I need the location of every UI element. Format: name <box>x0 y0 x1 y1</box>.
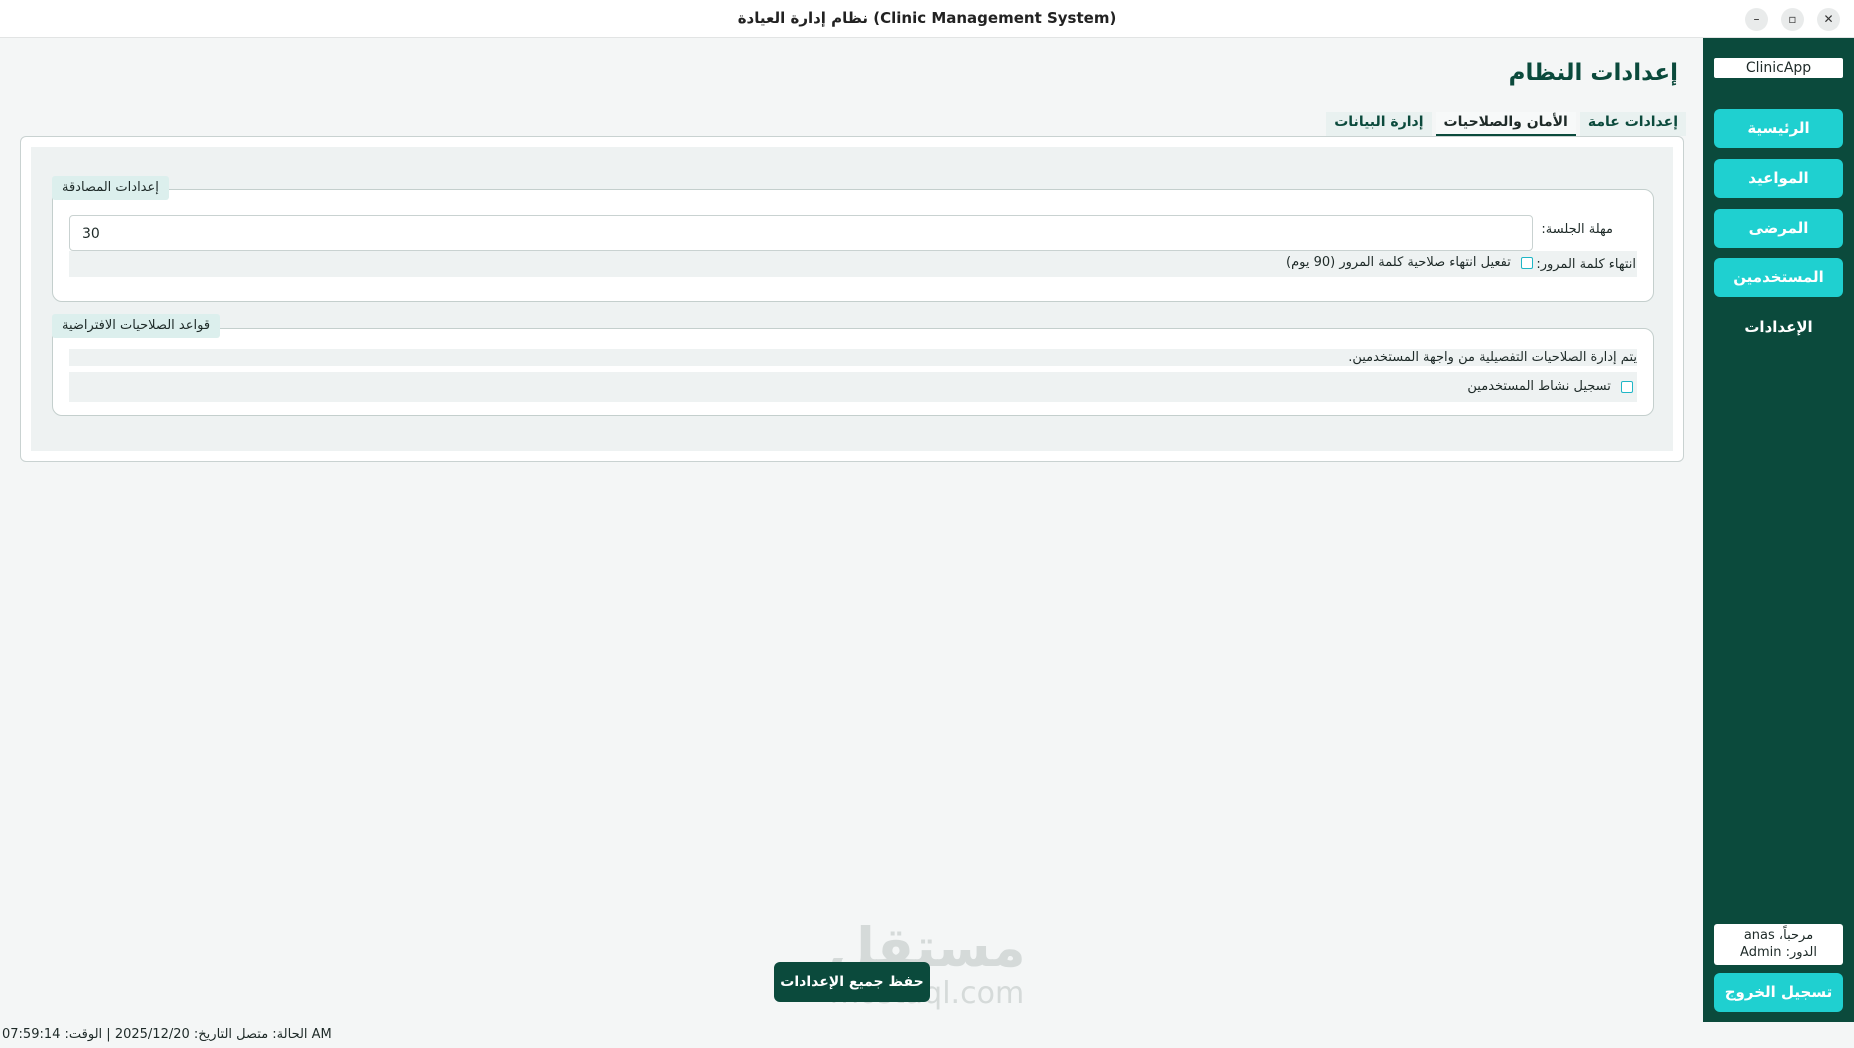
window-titlebar: نظام إدارة العيادة (Clinic Management Sy… <box>0 0 1854 38</box>
activity-log-checkbox[interactable] <box>1621 380 1633 393</box>
brand-logo: ClinicApp <box>1714 58 1843 78</box>
sidebar-item-settings[interactable]: الإعدادات <box>1714 308 1843 347</box>
password-expiry-row: انتهاء كلمة المرور: تفعيل انتهاء صلاحية … <box>69 251 1637 277</box>
tab-panel-body: 30 مهلة الجلسة: انتهاء كلمة المرور: تفعي… <box>31 147 1673 451</box>
user-info: مرحباً، anas الدور: Admin <box>1714 924 1843 965</box>
password-expiry-checkbox-label[interactable]: تفعيل انتهاء صلاحية كلمة المرور (90 يوم) <box>1286 255 1511 270</box>
default-permissions-group: يتم إدارة الصلاحيات التفصيلية من واجهة ا… <box>52 328 1654 416</box>
session-timeout-label: مهلة الجلسة: <box>1541 222 1613 237</box>
sidebar-item-users[interactable]: المستخدمين <box>1714 258 1843 297</box>
user-welcome: مرحباً، anas <box>1743 928 1814 943</box>
maximize-icon[interactable]: ▫ <box>1781 8 1804 31</box>
tab-data-management[interactable]: إدارة البيانات <box>1326 112 1432 136</box>
password-expiry-label: انتهاء كلمة المرور: <box>1536 257 1636 272</box>
page-title: إعدادات النظام <box>1508 60 1678 86</box>
activity-log-checkbox-wrap[interactable]: تسجيل نشاط المستخدمين <box>1467 379 1633 394</box>
password-expiry-checkbox[interactable] <box>1521 256 1533 269</box>
session-timeout-input[interactable]: 30 <box>69 215 1533 251</box>
tab-general[interactable]: إعدادات عامة <box>1579 112 1686 136</box>
status-bar: الحالة: متصل التاريخ: 2025/12/20 | الوقت… <box>2 1027 332 1042</box>
permissions-note: يتم إدارة الصلاحيات التفصيلية من واجهة ا… <box>1348 350 1637 365</box>
logout-button[interactable]: تسجيل الخروج <box>1714 973 1843 1012</box>
auth-settings-legend: إعدادات المصادقة <box>52 176 169 200</box>
password-expiry-checkbox-wrap[interactable]: تفعيل انتهاء صلاحية كلمة المرور (90 يوم) <box>1286 255 1533 270</box>
save-all-settings-button[interactable]: حفظ جميع الإعدادات <box>774 962 930 1002</box>
sidebar-item-appointments[interactable]: المواعيد <box>1714 159 1843 198</box>
auth-settings-group: 30 مهلة الجلسة: انتهاء كلمة المرور: تفعي… <box>52 189 1654 302</box>
close-icon[interactable]: ✕ <box>1817 8 1840 31</box>
minimize-icon[interactable]: – <box>1745 8 1768 31</box>
sidebar: ClinicApp الرئيسية المواعيد المرضى المست… <box>1703 38 1854 1022</box>
user-role: الدور: Admin <box>1740 945 1817 960</box>
tab-panel: 30 مهلة الجلسة: انتهاء كلمة المرور: تفعي… <box>20 136 1684 462</box>
settings-tabs: إعدادات عامة الأمان والصلاحيات إدارة الب… <box>1322 112 1686 136</box>
sidebar-item-home[interactable]: الرئيسية <box>1714 109 1843 148</box>
sidebar-item-patients[interactable]: المرضى <box>1714 209 1843 248</box>
window-title: نظام إدارة العيادة (Clinic Management Sy… <box>737 9 1117 27</box>
tab-security[interactable]: الأمان والصلاحيات <box>1435 112 1576 136</box>
activity-log-row: تسجيل نشاط المستخدمين <box>69 372 1637 402</box>
activity-log-checkbox-label[interactable]: تسجيل نشاط المستخدمين <box>1467 379 1610 394</box>
permissions-note-row: يتم إدارة الصلاحيات التفصيلية من واجهة ا… <box>69 349 1637 366</box>
default-permissions-legend: قواعد الصلاحيات الافتراضية <box>52 314 221 338</box>
